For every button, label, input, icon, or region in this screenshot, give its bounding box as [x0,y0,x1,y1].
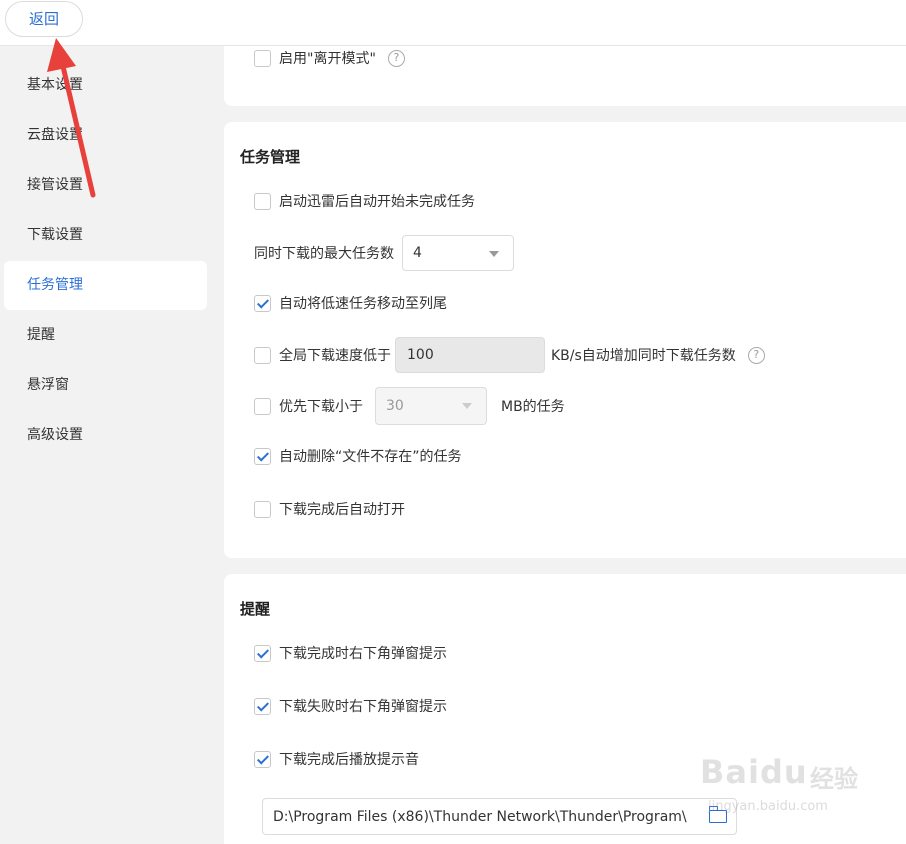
complete-popup-checkbox[interactable] [254,644,271,662]
speed-low-checkbox[interactable] [254,346,271,364]
small-size-select[interactable]: 30 [375,387,487,425]
panel-reminder: 提醒 下载完成时右下角弹窗提示 下载失败时右下角弹窗提示 下载完成后播放提示音 … [224,574,906,844]
back-button[interactable]: 返回 [5,1,83,37]
delete-missing-label: 自动删除“文件不存在”的任务 [279,449,462,465]
away-mode-checkbox[interactable] [254,49,271,67]
auto-start-row: 启动迅雷后自动开始未完成任务 [254,189,475,213]
delete-missing-row: 自动删除“文件不存在”的任务 [254,444,462,468]
settings-sidebar: 基本设置 云盘设置 接管设置 下载设置 任务管理 提醒 悬浮窗 高级设置 [0,46,224,844]
fail-popup-checkbox[interactable] [254,697,271,715]
prefer-small-checkbox[interactable] [254,397,271,415]
move-slow-label: 自动将低速任务移动至列尾 [279,296,447,312]
away-mode-row: 启用"离开模式" ? [254,46,405,70]
away-mode-label: 启用"离开模式" [279,51,376,67]
delete-missing-checkbox[interactable] [254,447,271,465]
complete-sound-label: 下载完成后播放提示音 [279,752,419,768]
speed-low-row: 全局下载速度低于 100 KB/s自动增加同时下载任务数 ? [254,337,765,373]
max-tasks-row: 同时下载的最大任务数 4 [254,235,514,271]
auto-open-row: 下载完成后自动打开 [254,497,405,521]
sidebar-item-task-management[interactable]: 任务管理 [4,261,207,310]
sidebar-item-reminder[interactable]: 提醒 [4,311,207,360]
fail-popup-row: 下载失败时右下角弹窗提示 [254,694,447,718]
complete-popup-label: 下载完成时右下角弹窗提示 [279,646,447,662]
move-slow-checkbox[interactable] [254,294,271,312]
auto-open-label: 下载完成后自动打开 [279,502,405,518]
chevron-down-icon [489,251,499,257]
sidebar-item-cloud[interactable]: 云盘设置 [4,111,207,160]
sidebar-item-floating-window[interactable]: 悬浮窗 [4,361,207,410]
sound-path-input[interactable]: D:\Program Files (x86)\Thunder Network\T… [262,798,737,835]
help-icon[interactable]: ? [747,346,765,364]
speed-threshold-value: 100 [407,347,434,363]
panel-task-management: 任务管理 启动迅雷后自动开始未完成任务 同时下载的最大任务数 4 自动将低速任务… [224,122,906,558]
chevron-down-icon [462,403,472,409]
top-bar: 返回 [0,0,906,46]
max-tasks-select[interactable]: 4 [402,235,514,271]
panel-previous-section: 启用"离开模式" ? [224,46,906,106]
auto-start-checkbox[interactable] [254,192,271,210]
complete-sound-row: 下载完成后播放提示音 [254,747,419,771]
sidebar-item-takeover[interactable]: 接管设置 [4,161,207,210]
move-slow-row: 自动将低速任务移动至列尾 [254,291,447,315]
complete-sound-checkbox[interactable] [254,750,271,768]
small-size-value: 30 [386,398,404,414]
prefer-small-label: 优先下载小于 [279,399,363,415]
max-tasks-value: 4 [413,245,422,261]
sidebar-item-basic[interactable]: 基本设置 [4,61,207,110]
section-title-reminder: 提醒 [240,600,271,618]
complete-popup-row: 下载完成时右下角弹窗提示 [254,641,447,665]
sidebar-item-download[interactable]: 下载设置 [4,211,207,260]
prefer-small-suffix: MB的任务 [501,399,565,415]
help-icon[interactable]: ? [387,49,405,67]
max-tasks-label: 同时下载的最大任务数 [254,246,394,262]
sidebar-item-advanced[interactable]: 高级设置 [4,411,207,460]
folder-icon[interactable] [708,806,727,823]
speed-low-label: 全局下载速度低于 [279,348,391,364]
sound-path-value: D:\Program Files (x86)\Thunder Network\T… [273,808,687,825]
speed-low-suffix: KB/s自动增加同时下载任务数 [551,348,736,364]
auto-open-checkbox[interactable] [254,500,271,518]
speed-threshold-input[interactable]: 100 [395,337,545,373]
prefer-small-row: 优先下载小于 30 MB的任务 [254,387,565,425]
auto-start-label: 启动迅雷后自动开始未完成任务 [279,194,475,210]
section-title-task-management: 任务管理 [240,148,301,166]
fail-popup-label: 下载失败时右下角弹窗提示 [279,699,447,715]
